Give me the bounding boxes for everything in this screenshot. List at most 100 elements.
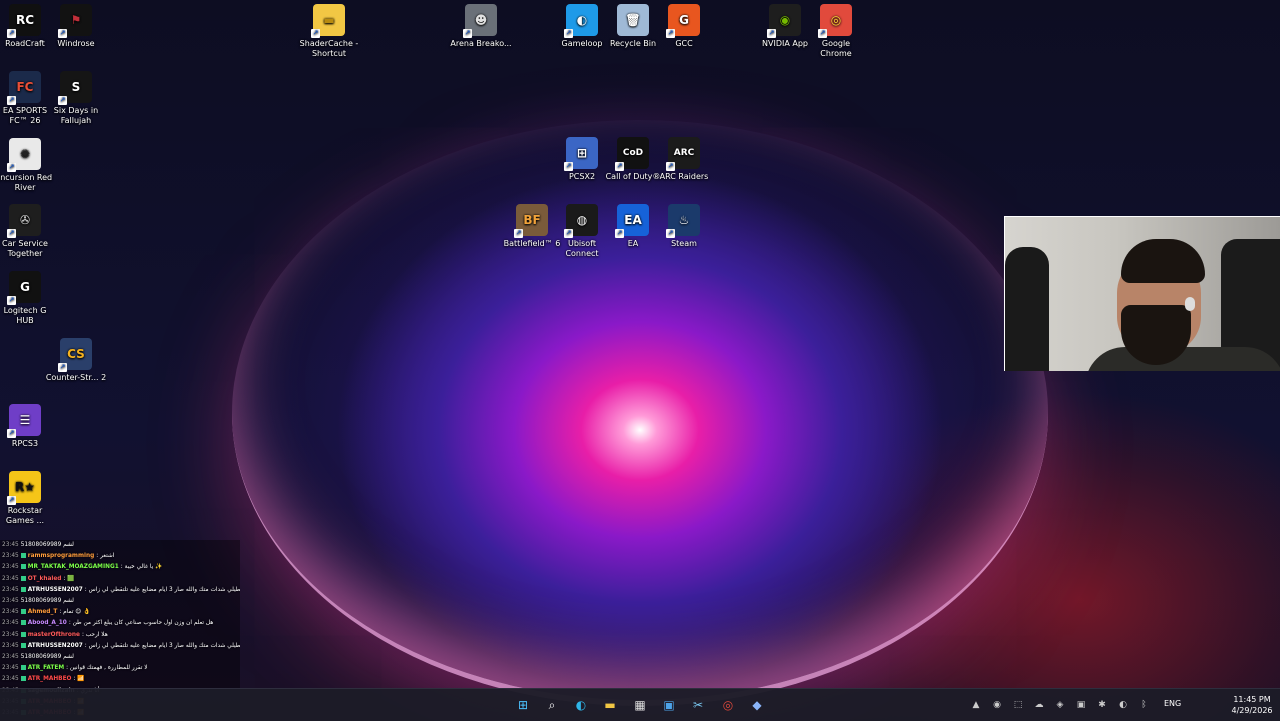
- chat-username: masterOfthrone: [27, 631, 80, 638]
- chat-timestamp: 23:45: [2, 586, 19, 593]
- chat-username: OT_khaled: [27, 575, 62, 582]
- tray-icon[interactable]: ☁: [1033, 699, 1045, 711]
- roadcraft-icon: RC ↗: [7, 4, 41, 38]
- desktop-icon-label: GCC: [675, 39, 693, 48]
- desktop-icon-label: Google Chrome: [820, 39, 852, 58]
- desktop-icon-arc-raiders[interactable]: ARC ↗ ARC Raiders: [653, 133, 715, 182]
- desktop-icon-label: Incursion Red River: [0, 173, 53, 192]
- desktop-icon-label: Rockstar Games ...: [5, 506, 45, 525]
- chat-text: : هلا ارحب: [81, 631, 108, 638]
- chat-message: 23:45 51808069989 لشم: [0, 596, 240, 607]
- photos-icon: ▣: [663, 698, 675, 712]
- desktop-icon-six-days[interactable]: S ↗ Six Days in Fallujah: [45, 67, 107, 126]
- chrome-icon: ◎ ↗: [818, 4, 852, 38]
- desktop-icon-steam[interactable]: ♨ ↗ Steam: [653, 200, 715, 249]
- taskbar-store[interactable]: ▦: [630, 695, 650, 715]
- tray-icon[interactable]: ◐: [1117, 699, 1129, 711]
- tray-icon[interactable]: ◉: [991, 699, 1003, 711]
- tray-icon[interactable]: ▣: [1075, 699, 1087, 711]
- chat-timestamp: 23:45: [2, 609, 19, 616]
- taskbar-file-explorer[interactable]: ▬: [600, 695, 620, 715]
- desktop-icon-shadercache[interactable]: ▬ ↗ ShaderCache - Shortcut: [298, 0, 360, 59]
- chat-message: 23:45 MR_TAKTAK_MOAZGAMING1: يا غالي خيبة…: [0, 562, 240, 573]
- shortcut-arrow-icon: ↗: [7, 496, 16, 505]
- chat-badge-icon: [20, 676, 26, 682]
- tray-icon[interactable]: ⬚: [1012, 699, 1024, 711]
- chat-text: 51808069989 لشم: [20, 542, 74, 548]
- desktop-icon-car-service[interactable]: ✇ ↗ Car Service Together: [0, 200, 56, 259]
- tray-icon[interactable]: ✱: [1096, 699, 1108, 711]
- chat-text: 51808069989 لشم: [20, 654, 74, 661]
- chat-username: ATR_FATEM: [27, 665, 65, 672]
- taskbar-chrome[interactable]: ◎: [718, 695, 738, 715]
- desktop-icon-google-chrome[interactable]: ◎ ↗ Google Chrome: [805, 0, 867, 59]
- chat-text: : زين الطيلي شدات متك والله صار 3 ايام م…: [84, 586, 240, 593]
- chat-badge-icon: [20, 586, 26, 592]
- shortcut-arrow-icon: ↗: [564, 229, 573, 238]
- chat-message: 23:45 ATR_MAHBEO: 📶: [0, 674, 240, 685]
- tray-icon[interactable]: ᛒ: [1138, 699, 1150, 711]
- desktop-icon-label: RPCS3: [11, 439, 39, 448]
- chat-username: MR_TAKTAK_MOAZGAMING1: [27, 564, 119, 571]
- chat-badge-icon: [20, 564, 26, 570]
- taskbar-photos[interactable]: ▣: [659, 695, 679, 715]
- pcsx2-icon: ⊞ ↗: [564, 137, 598, 171]
- desktop-icon-label: Counter-Str... 2: [45, 373, 107, 382]
- webcam-person-hair: [1121, 239, 1205, 283]
- file-explorer-icon: ▬: [604, 698, 616, 712]
- earbud-icon: [1185, 297, 1195, 311]
- shortcut-arrow-icon: ↗: [615, 162, 624, 171]
- chat-username: rammsprogramming: [27, 553, 95, 560]
- clock-time: 11:45 PM: [1233, 695, 1271, 704]
- desktop-icon-windrose[interactable]: ⚑ ↗ Windrose: [45, 0, 107, 49]
- desktop-icon-label: Logitech G HUB: [3, 306, 47, 325]
- desktop-icon-label: Car Service Together: [2, 239, 48, 258]
- start-button[interactable]: ⊞: [513, 695, 533, 715]
- shortcut-arrow-icon: ↗: [311, 29, 320, 38]
- search-button[interactable]: ⌕: [542, 695, 562, 715]
- shortcut-arrow-icon: ↗: [58, 29, 67, 38]
- chat-timestamp: 23:45: [2, 642, 19, 649]
- tray-icon[interactable]: ◈: [1054, 699, 1066, 711]
- arena-breakout-icon: ☻ ↗: [463, 4, 497, 38]
- desktop-icon-logitech-ghub[interactable]: G ↗ Logitech G HUB: [0, 267, 56, 326]
- desktop-icon-counter-strike[interactable]: CS ↗ Counter-Str... 2: [45, 334, 107, 383]
- taskbar-edge[interactable]: ◐: [571, 695, 591, 715]
- ea-sports-fc-icon: FC ↗: [7, 71, 41, 105]
- language-indicator[interactable]: ENG: [1164, 699, 1181, 708]
- chat-timestamp: 23:45: [2, 665, 19, 672]
- arc-raiders-icon: ARC ↗: [666, 137, 700, 171]
- car-service-icon: ✇ ↗: [7, 204, 41, 238]
- call-of-duty-icon: CoD ↗: [615, 137, 649, 171]
- taskbar-clock[interactable]: 11:45 PM 4/29/2026: [1226, 694, 1278, 716]
- shortcut-arrow-icon: ↗: [615, 229, 624, 238]
- chat-message: 23:45 ATRHUSSEN2007: زين الطيلي شدات متك …: [0, 585, 240, 596]
- vpn-icon: ◆: [752, 698, 762, 712]
- chat-message: 23:45 masterOfthrone: هلا ارحب: [0, 630, 240, 641]
- edge-icon: ◐: [575, 698, 587, 712]
- chat-timestamp: 23:45: [2, 564, 19, 571]
- shortcut-arrow-icon: ↗: [564, 29, 573, 38]
- gcc-icon: G ↗: [666, 4, 700, 38]
- chat-username: Ahmed_T: [27, 609, 58, 616]
- shortcut-arrow-icon: ↗: [58, 96, 67, 105]
- desktop-icon-rpcs3[interactable]: ☰ ↗ RPCS3: [0, 400, 56, 449]
- desktop-icon-rockstar[interactable]: R★ ↗ Rockstar Games ...: [0, 467, 56, 526]
- shortcut-arrow-icon: ↗: [564, 162, 573, 171]
- tray-icon[interactable]: ▲: [970, 699, 982, 711]
- chat-timestamp: 23:45: [2, 654, 19, 661]
- battlefield-icon: BF ↗: [514, 204, 548, 238]
- steam-icon: ♨ ↗: [666, 204, 700, 238]
- desktop-icon-gcc[interactable]: G ↗ GCC: [653, 0, 715, 49]
- taskbar-snipping-tool[interactable]: ✂: [688, 695, 708, 715]
- chat-badge-icon: [20, 553, 26, 559]
- desktop-icon-incursion[interactable]: ✺ ↗ Incursion Red River: [0, 134, 56, 193]
- chat-timestamp: 23:45: [2, 631, 19, 638]
- chat-username: ATR_MAHBEO: [27, 676, 72, 683]
- taskbar-vpn[interactable]: ◆: [747, 695, 767, 715]
- chat-message: 23:45 ATRHUSSEN2007: زين الطيلي شدات متك …: [0, 641, 240, 652]
- chat-text: : يا غالي خيبة ✨: [120, 564, 163, 571]
- desktop-icon-arena-breakout[interactable]: ☻ ↗ Arena Breako...: [450, 0, 512, 49]
- chat-text: 51808069989 لشم: [20, 598, 74, 605]
- desktop-icon-label: Steam: [671, 239, 697, 248]
